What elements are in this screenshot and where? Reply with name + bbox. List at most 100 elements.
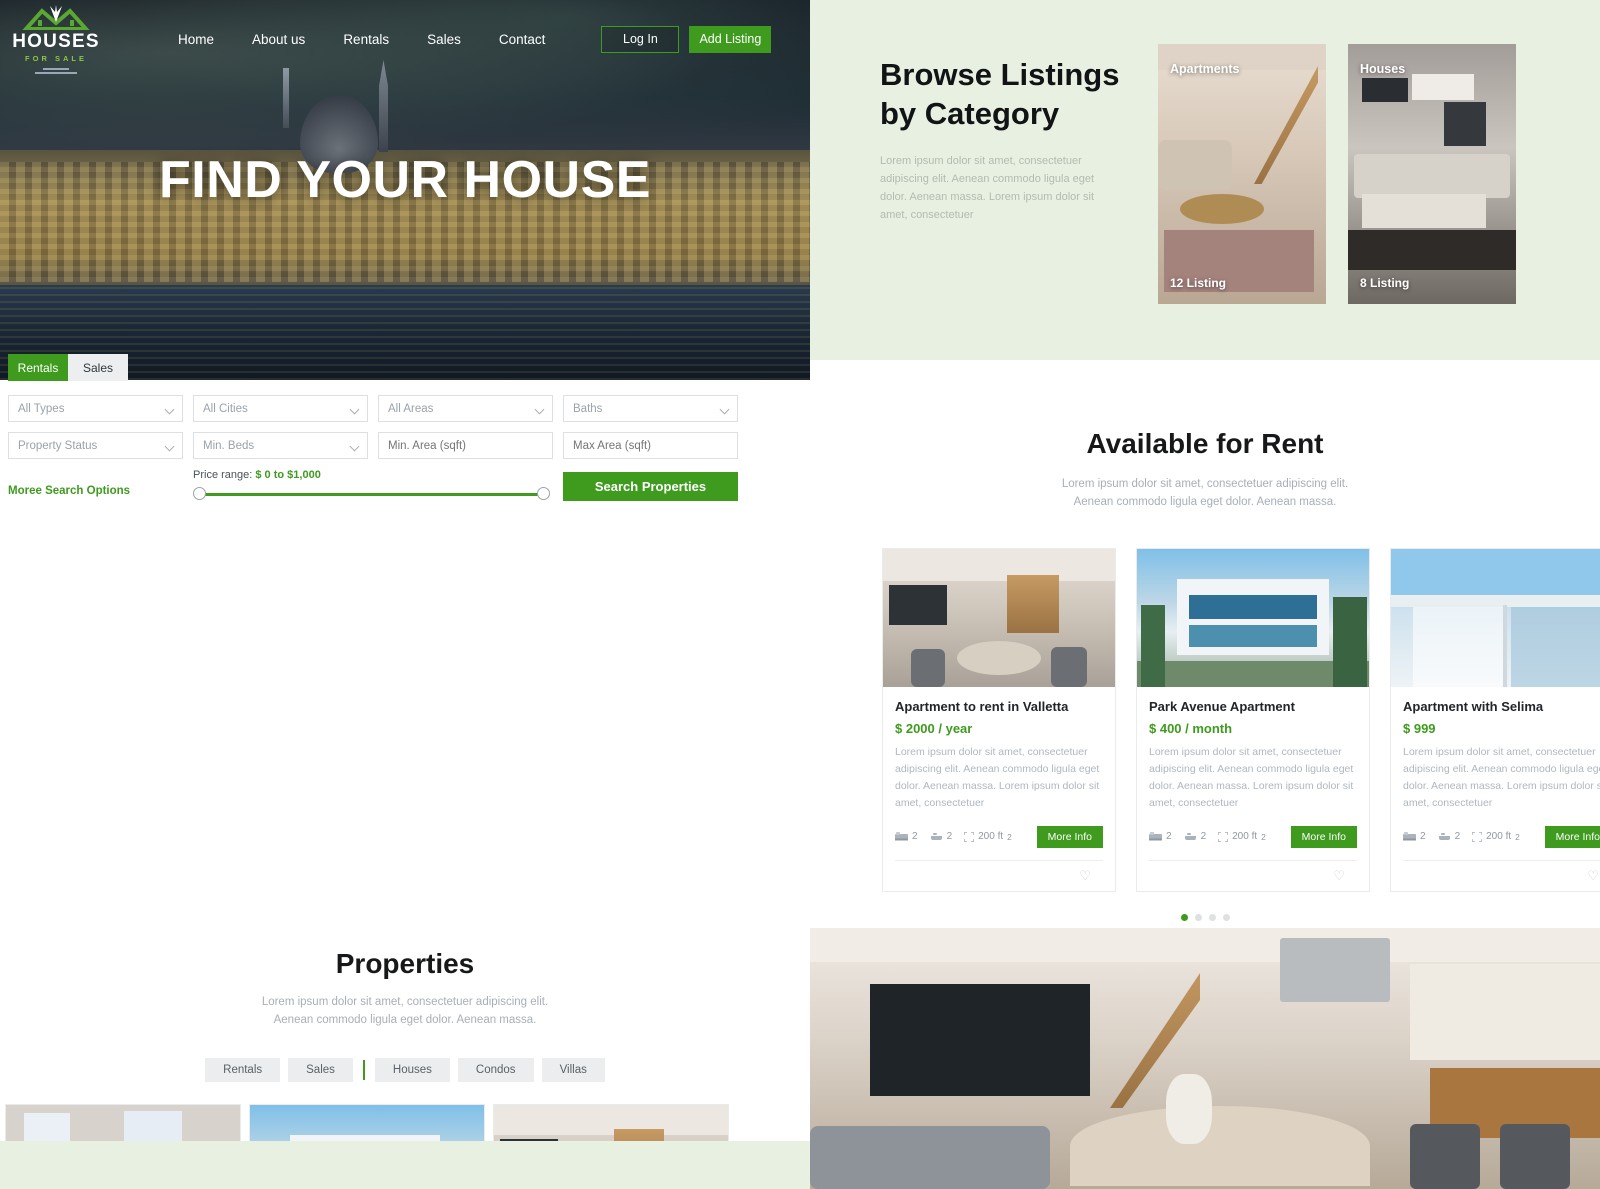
more-search-options-link[interactable]: Moree Search Options	[8, 485, 183, 501]
all-areas-select[interactable]: All Areas	[378, 395, 553, 422]
baths-meta: 2	[1438, 831, 1460, 842]
price-range-label: Price range: $ 0 to $1,000	[193, 469, 553, 481]
properties-subtitle: Lorem ipsum dolor sit amet, consectetuer…	[261, 996, 549, 1026]
category-card-houses[interactable]: Houses 8 Listing	[1348, 44, 1516, 304]
categories-title: Browse Listings by Category	[880, 57, 1120, 131]
price-range-caption: Price range:	[193, 469, 253, 481]
baths-select[interactable]: Baths	[563, 395, 738, 422]
min-area-input[interactable]	[378, 432, 553, 459]
price-range-slider[interactable]	[193, 487, 553, 501]
price-range-control: Price range: $ 0 to $1,000	[193, 469, 553, 501]
rent-card-footer: ♡	[1403, 859, 1600, 891]
rent-card-body: Park Avenue Apartment $ 400 / month Lore…	[1137, 687, 1369, 891]
nav-item-home[interactable]: Home	[178, 32, 214, 47]
nav-links: Home About us Rentals Sales Contact	[178, 32, 545, 47]
area-meta: 200 ft 2	[964, 831, 1012, 842]
search-tab-rentals[interactable]: Rentals	[8, 354, 68, 381]
carousel-dot-1[interactable]	[1180, 913, 1188, 921]
log-in-button[interactable]: Log In	[601, 25, 680, 53]
beds-meta: 2	[1403, 831, 1426, 842]
area-value: 200 ft	[1486, 831, 1512, 843]
category-label: Apartments	[1170, 62, 1240, 76]
bed-icon	[1403, 832, 1416, 841]
price-range-value: $ 0 to $1,000	[255, 469, 321, 481]
slider-handle-min[interactable]	[193, 487, 206, 500]
more-info-button[interactable]: More Info	[1290, 825, 1357, 848]
rent-card[interactable]: Park Avenue Apartment $ 400 / month Lore…	[1136, 547, 1370, 892]
all-types-value: All Types	[18, 402, 65, 415]
carousel-dots	[810, 913, 1600, 921]
rent-card-title: Park Avenue Apartment	[1149, 698, 1295, 714]
filter-tab-sales[interactable]: Sales	[288, 1057, 353, 1082]
property-status-select[interactable]: Property Status	[8, 432, 183, 459]
carousel-dot-3[interactable]	[1208, 913, 1216, 921]
add-listing-button[interactable]: Add Listing	[689, 25, 772, 53]
more-info-button[interactable]: More Info	[1036, 825, 1103, 848]
area-meta: 200 ft 2	[1472, 831, 1520, 842]
filter-tab-condos[interactable]: Condos	[457, 1057, 534, 1082]
bed-icon	[895, 832, 908, 841]
rent-card-description: Lorem ipsum dolor sit amet, consectetuer…	[1149, 745, 1354, 809]
all-types-select[interactable]: All Types	[8, 395, 183, 422]
rent-photo	[1137, 548, 1369, 687]
rent-card-meta: 2 2 200 ft 2 More Info	[1403, 825, 1600, 848]
rent-card-price: $ 999	[1403, 720, 1436, 736]
more-info-button[interactable]: More Info	[1544, 825, 1600, 848]
slider-handle-max[interactable]	[537, 487, 550, 500]
category-listing-count: 12 Listing	[1170, 276, 1227, 290]
search-row-3: Moree Search Options Price range: $ 0 to…	[8, 469, 802, 501]
property-search-panel: Rentals Sales All Types All Cities All A…	[0, 354, 810, 517]
rent-photo	[883, 548, 1115, 687]
beds-count: 2	[1420, 831, 1426, 843]
favorite-heart-icon[interactable]: ♡	[1587, 868, 1599, 884]
rent-card-list: Apartment to rent in Valletta $ 2000 / y…	[810, 547, 1600, 892]
browse-categories-section: Browse Listings by Category Lorem ipsum …	[810, 0, 1600, 360]
area-icon	[1472, 831, 1483, 842]
chevron-down-icon	[164, 441, 175, 452]
nav-item-sales[interactable]: Sales	[427, 32, 461, 47]
category-listing-count: 8 Listing	[1360, 276, 1410, 290]
chevron-down-icon	[164, 404, 175, 415]
max-area-input[interactable]	[563, 432, 738, 459]
all-cities-select[interactable]: All Cities	[193, 395, 368, 422]
slider-track	[197, 493, 549, 496]
rent-card[interactable]: Apartment to rent in Valletta $ 2000 / y…	[882, 547, 1116, 892]
filter-tab-houses[interactable]: Houses	[374, 1057, 450, 1082]
properties-title: Properties	[335, 948, 475, 979]
available-for-rent-subtitle: Lorem ipsum dolor sit amet, consectetuer…	[1061, 478, 1349, 508]
categories-subtitle: Lorem ipsum dolor sit amet, consectetuer…	[880, 154, 1095, 221]
search-properties-button[interactable]: Search Properties	[563, 472, 738, 501]
baths-value: Baths	[573, 402, 603, 415]
favorite-heart-icon[interactable]: ♡	[1079, 868, 1091, 884]
baths-count: 2	[1200, 831, 1207, 843]
categories-text-block: Browse Listings by Category Lorem ipsum …	[880, 56, 1130, 360]
carousel-dot-2[interactable]	[1194, 913, 1202, 921]
nav-item-contact[interactable]: Contact	[499, 32, 546, 47]
search-tab-sales[interactable]: Sales	[68, 354, 128, 381]
chevron-down-icon	[534, 404, 545, 415]
bed-icon	[1149, 832, 1162, 841]
search-row-1: All Types All Cities All Areas Baths	[8, 395, 802, 422]
filter-tab-villas[interactable]: Villas	[541, 1057, 605, 1082]
rent-card[interactable]: Apartment with Selima $ 999 Lorem ipsum …	[1390, 547, 1600, 892]
rent-card-meta: 2 2 200 ft 2 More Info	[895, 825, 1103, 848]
favorite-heart-icon[interactable]: ♡	[1333, 868, 1345, 884]
filter-tab-rentals[interactable]: Rentals	[205, 1057, 281, 1082]
beds-count: 2	[1166, 831, 1172, 843]
area-icon	[964, 831, 975, 842]
rent-card-description: Lorem ipsum dolor sit amet, consectetuer…	[1403, 745, 1600, 809]
nav-item-rentals[interactable]: Rentals	[343, 32, 389, 47]
search-type-tabs: Rentals Sales	[8, 354, 810, 381]
carousel-dot-4[interactable]	[1222, 913, 1230, 921]
min-beds-select[interactable]: Min. Beds	[193, 432, 368, 459]
rent-card-meta: 2 2 200 ft 2 More Info	[1149, 825, 1357, 848]
category-card-list: Apartments 12 Listing Houses 8 Listing	[1158, 44, 1516, 360]
nav-item-about-us[interactable]: About us	[252, 32, 305, 47]
main-navigation: HOUSES FOR SALE Home About us Rentals Sa…	[0, 0, 810, 78]
category-label: Houses	[1360, 62, 1406, 76]
rent-card-title: Apartment with Selima	[1403, 698, 1544, 714]
hero-banner: HOUSES FOR SALE Home About us Rentals Sa…	[0, 0, 810, 380]
chevron-down-icon	[719, 404, 730, 415]
category-card-apartments[interactable]: Apartments 12 Listing	[1158, 44, 1326, 304]
site-logo[interactable]: HOUSES FOR SALE	[6, 2, 106, 76]
